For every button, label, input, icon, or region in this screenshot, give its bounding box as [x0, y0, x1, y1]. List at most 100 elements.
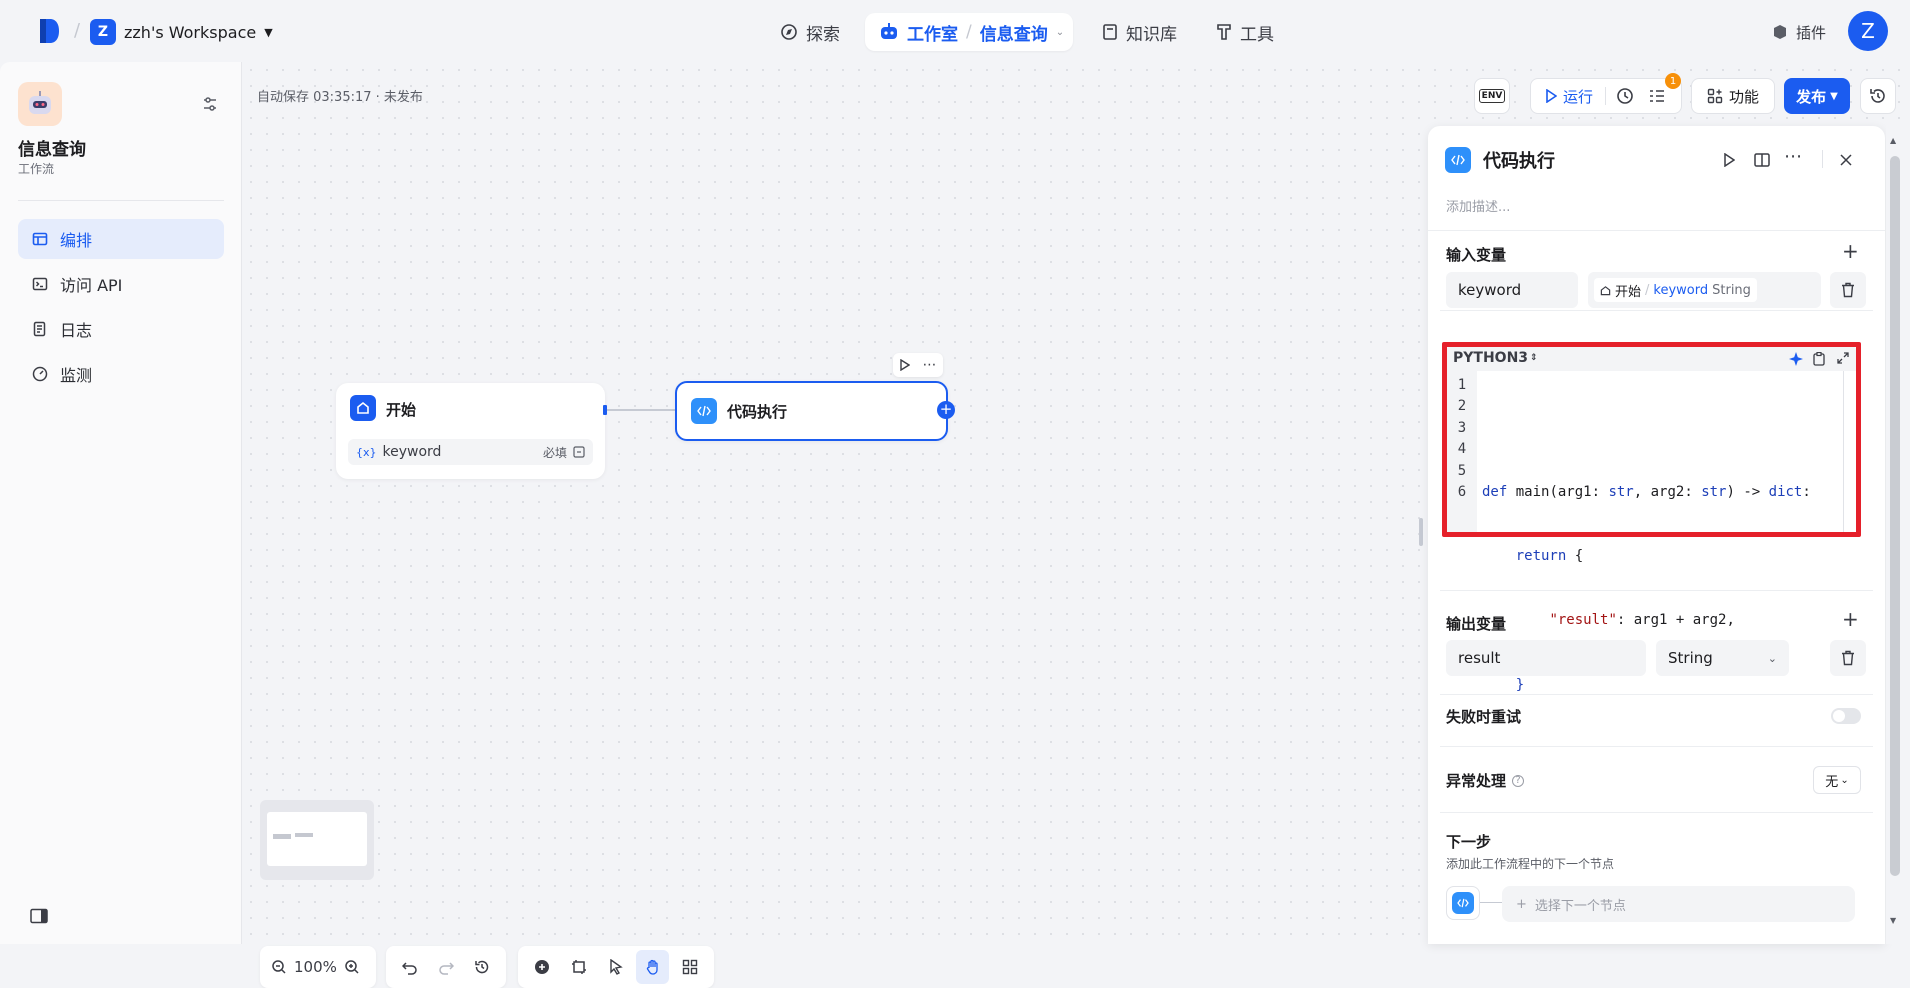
nav-current-app[interactable]: 信息查询: [980, 20, 1048, 45]
minimap[interactable]: [260, 800, 374, 880]
add-node-handle[interactable]: +: [937, 401, 955, 419]
top-bar: / Z zzh's Workspace ▼ 探索 工作室 / 信息查询 ⌄ 知识…: [0, 0, 1910, 62]
history-icon[interactable]: [466, 950, 498, 984]
scroll-down-icon[interactable]: ▼: [1890, 916, 1896, 925]
zoom-in-icon[interactable]: [341, 950, 363, 984]
scrollbar-thumb[interactable]: [1890, 156, 1900, 876]
retry-toggle[interactable]: [1831, 708, 1861, 724]
toggle-knob: [1833, 710, 1845, 722]
redo-icon[interactable]: [430, 950, 462, 984]
env-button[interactable]: ENV: [1474, 78, 1510, 114]
delete-output-button[interactable]: [1830, 640, 1866, 676]
divider: [1822, 150, 1823, 168]
input-var-reference[interactable]: 开始 / keyword String: [1588, 272, 1821, 308]
description-input[interactable]: 添加描述...: [1446, 196, 1510, 215]
history-clock-icon[interactable]: [1616, 87, 1634, 105]
dify-logo[interactable]: [34, 16, 64, 46]
zoom-level[interactable]: 100%: [294, 958, 337, 976]
language-select[interactable]: PYTHON3 ⇕: [1453, 350, 1538, 366]
plugins-link[interactable]: 插件: [1772, 13, 1826, 51]
nav-studio[interactable]: 工作室 / 信息查询 ⌄: [865, 13, 1073, 51]
play-icon[interactable]: [899, 359, 910, 371]
play-icon[interactable]: [1723, 153, 1735, 167]
version-history-button[interactable]: [1860, 78, 1896, 114]
clipboard-icon[interactable]: [1813, 352, 1825, 366]
separator: /: [1645, 282, 1650, 298]
robot-icon: [29, 91, 51, 114]
sidebar-item-api[interactable]: 访问 API: [18, 264, 224, 304]
monitor-icon: [32, 366, 48, 382]
ref-var-type: String: [1712, 282, 1751, 298]
features-button[interactable]: 功能: [1691, 78, 1775, 114]
more-icon[interactable]: ⋯: [1784, 146, 1802, 167]
output-var-name[interactable]: result: [1446, 640, 1646, 676]
add-circle-icon[interactable]: [526, 950, 559, 984]
language-label: PYTHON3: [1453, 350, 1529, 366]
run-button[interactable]: 运行: [1545, 86, 1593, 107]
collapse-sidebar-icon[interactable]: [30, 908, 48, 924]
node-actions: ⋯: [893, 353, 943, 377]
zoom-controls: 100%: [260, 946, 376, 988]
code-editor[interactable]: PYTHON3 ⇕ 1 2 3 4 5 6 def main(arg1: str…: [1447, 347, 1856, 693]
select-next-node-button[interactable]: + 选择下一个节点: [1502, 886, 1855, 922]
help-icon[interactable]: ?: [1512, 774, 1525, 787]
scroll-up-icon[interactable]: ▲: [1890, 136, 1896, 145]
close-icon[interactable]: [1840, 154, 1852, 166]
plus-icon: +: [1516, 896, 1527, 912]
divider: [1440, 694, 1873, 695]
output-type-select[interactable]: String ⌄: [1656, 640, 1789, 676]
expand-icon[interactable]: [1837, 352, 1849, 364]
terminal-icon: [32, 277, 48, 291]
more-icon[interactable]: ⋯: [923, 358, 937, 372]
error-handling-select[interactable]: 无 ⌄: [1813, 766, 1861, 794]
hand-icon[interactable]: [636, 950, 670, 984]
start-node[interactable]: 开始 {x} keyword 必填: [336, 383, 605, 479]
scrollbar-track[interactable]: ▲ ▼: [1886, 126, 1910, 944]
add-output-icon[interactable]: +: [1842, 607, 1859, 631]
sparkle-icon[interactable]: [1789, 352, 1803, 366]
workspace-switcher[interactable]: Z zzh's Workspace ▼: [90, 18, 273, 46]
line-number: 3: [1457, 419, 1467, 436]
compass-icon: [781, 24, 797, 40]
user-avatar[interactable]: Z: [1848, 11, 1888, 51]
scrollbar-track[interactable]: [1843, 371, 1844, 532]
publish-button[interactable]: 发布 ▼: [1784, 78, 1850, 114]
add-input-icon[interactable]: +: [1842, 239, 1859, 263]
pointer-icon[interactable]: [600, 950, 633, 984]
undo-icon[interactable]: [394, 950, 426, 984]
inputs-title: 输入变量: [1446, 246, 1507, 264]
delete-input-button[interactable]: [1830, 272, 1866, 308]
sidebar-item-logs[interactable]: 日志: [18, 309, 224, 349]
chevron-down-icon: ▼: [1830, 90, 1838, 102]
split-view-icon[interactable]: [1754, 153, 1770, 167]
divider: [1440, 310, 1873, 311]
nav-explore[interactable]: 探索: [780, 13, 840, 51]
layout-icon: [32, 232, 48, 246]
sidebar-item-monitor[interactable]: 监测: [18, 354, 224, 394]
code-line: def main(arg1: str, arg2: str) -> dict:: [1482, 484, 1811, 501]
nav-tools[interactable]: 工具: [1216, 13, 1274, 51]
settings-sliders-icon[interactable]: [202, 96, 218, 112]
cube-icon: [1774, 25, 1786, 39]
zoom-out-icon[interactable]: [268, 950, 290, 984]
code-area[interactable]: 1 2 3 4 5 6 def main(arg1: str, arg2: st…: [1447, 371, 1856, 693]
output-handle[interactable]: [603, 405, 607, 415]
nav-knowledge[interactable]: 知识库: [1102, 13, 1177, 51]
code-node[interactable]: 代码执行: [675, 381, 948, 441]
input-var-name[interactable]: keyword: [1446, 272, 1578, 308]
notification-badge: 1: [1665, 73, 1681, 89]
run-label: 运行: [1563, 87, 1594, 106]
panel-title[interactable]: 代码执行: [1483, 147, 1555, 173]
checklist-icon[interactable]: [1648, 87, 1666, 105]
error-label: 异常处理: [1446, 772, 1507, 790]
required-label: 必填: [542, 445, 567, 460]
note-icon[interactable]: [563, 950, 596, 984]
input-type-icon: [573, 446, 585, 458]
resize-handle[interactable]: [1419, 518, 1423, 546]
nav-knowledge-label: 知识库: [1126, 24, 1177, 45]
sidebar-item-orchestrate[interactable]: 编排: [18, 219, 224, 259]
error-handling: 异常处理 ?: [1446, 770, 1525, 791]
grid-icon[interactable]: [673, 950, 706, 984]
